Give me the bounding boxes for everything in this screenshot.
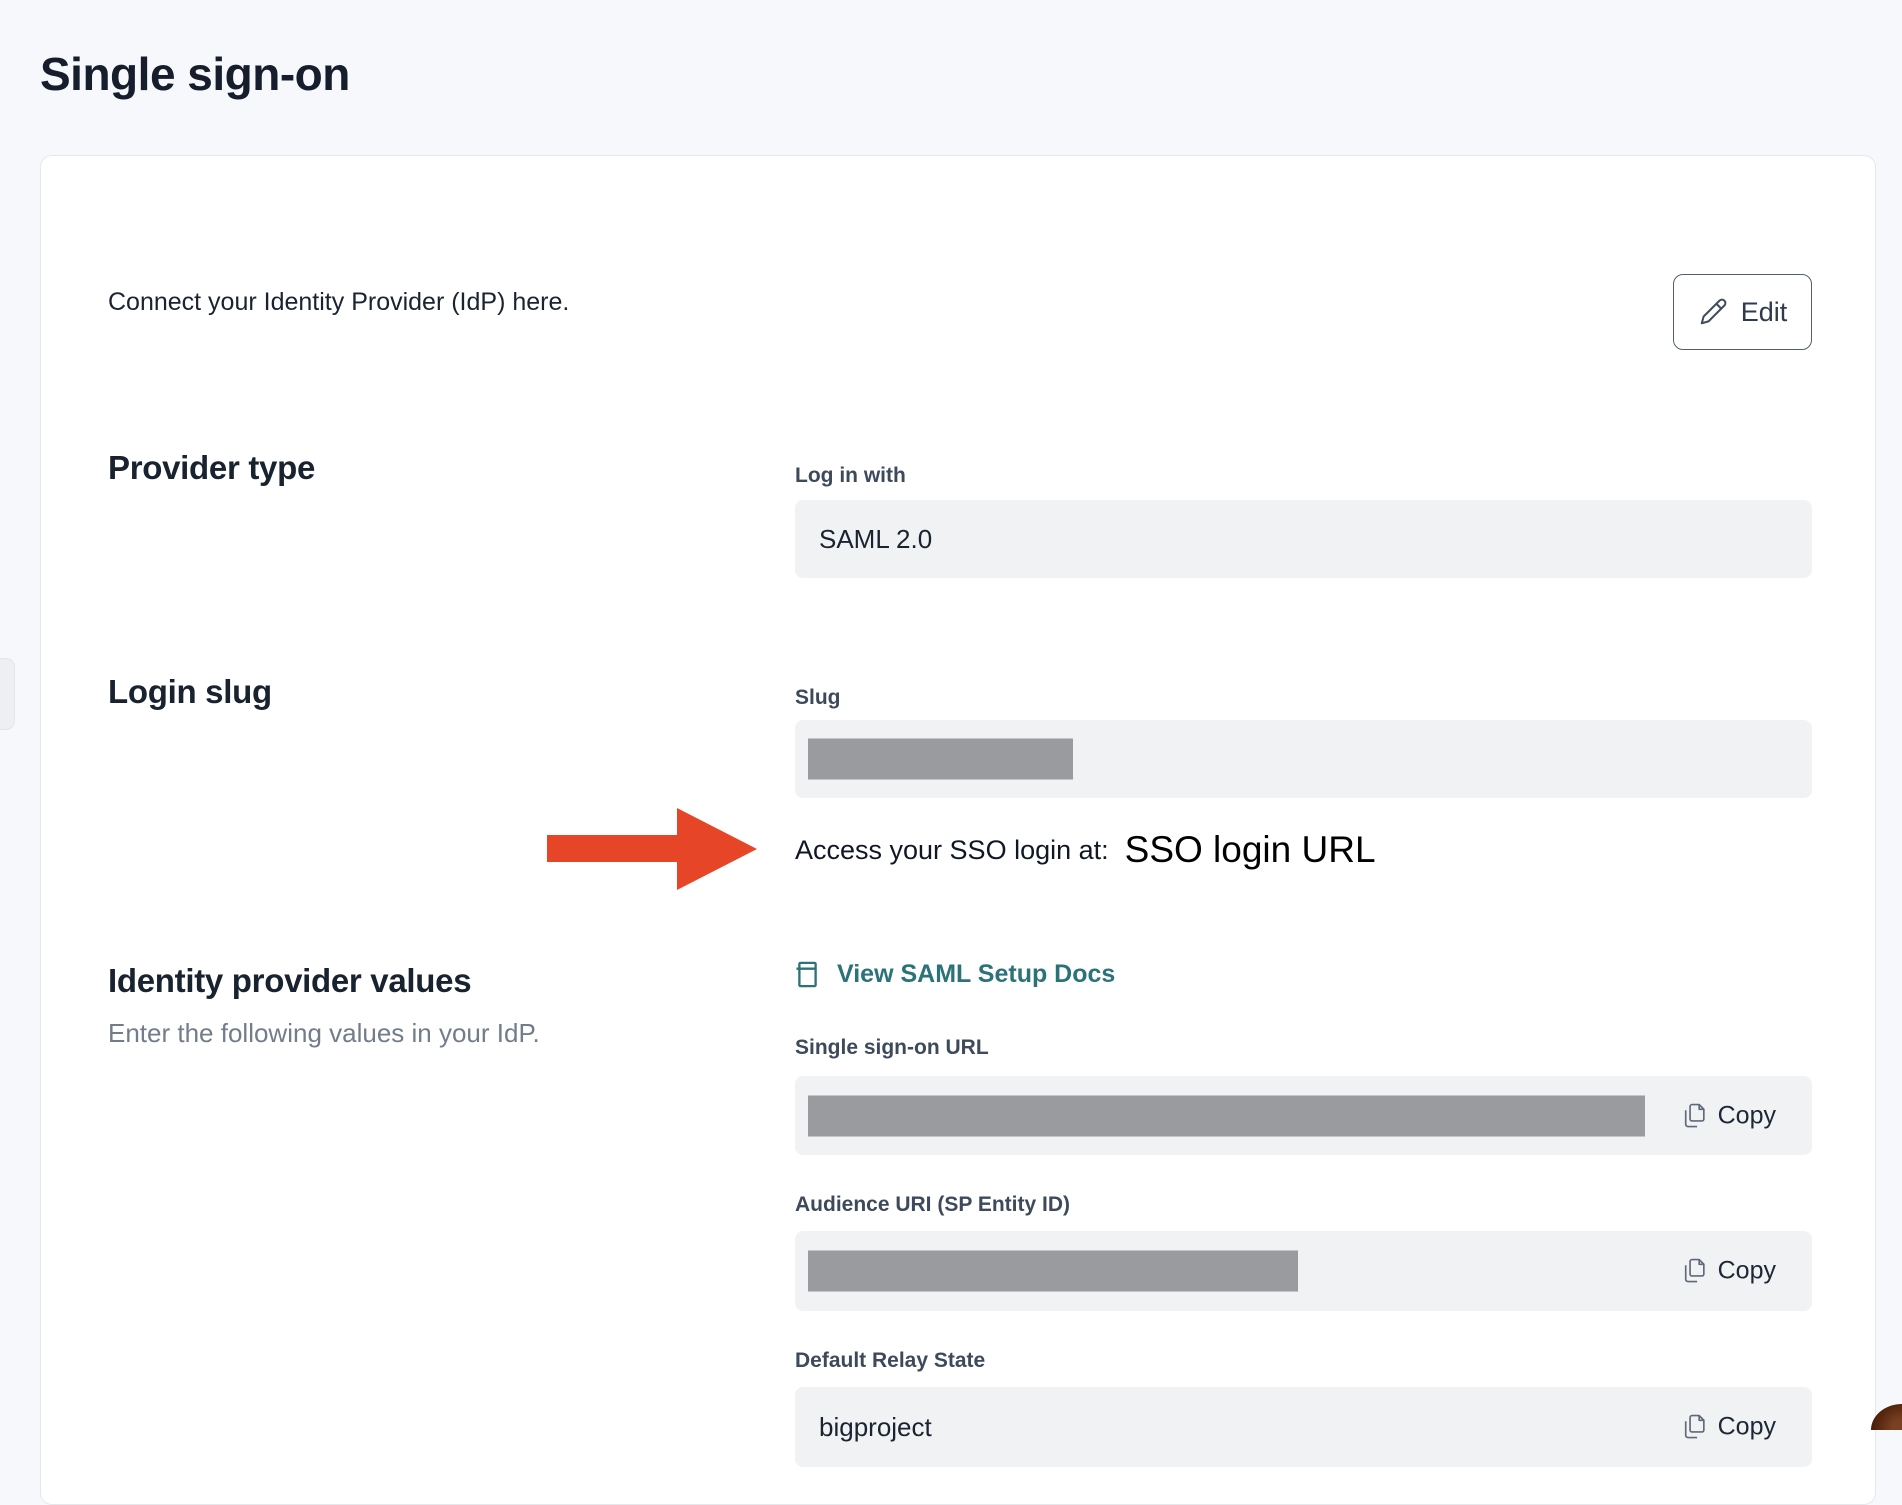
provider-type-heading: Provider type bbox=[108, 449, 315, 487]
copy-button-label: Copy bbox=[1718, 1257, 1776, 1286]
red-arrow-right-icon bbox=[547, 808, 757, 890]
copy-sso-url-button[interactable]: Copy bbox=[1681, 1101, 1776, 1130]
login-with-label: Log in with bbox=[795, 464, 906, 488]
slug-label: Slug bbox=[795, 686, 841, 710]
copy-relay-state-button[interactable]: Copy bbox=[1681, 1413, 1776, 1442]
idp-values-subheading: Enter the following values in your IdP. bbox=[108, 1018, 540, 1049]
pencil-icon bbox=[1698, 297, 1728, 327]
copy-icon bbox=[1681, 1257, 1707, 1286]
copy-button-label: Copy bbox=[1718, 1413, 1776, 1442]
idp-values-heading: Identity provider values bbox=[108, 962, 471, 1000]
single-sign-on-url-field[interactable]: Copy bbox=[795, 1076, 1812, 1155]
copy-button-label: Copy bbox=[1718, 1101, 1776, 1130]
login-slug-heading: Login slug bbox=[108, 673, 272, 711]
copy-icon bbox=[1681, 1101, 1707, 1130]
single-sign-on-url-label: Single sign-on URL bbox=[795, 1036, 989, 1060]
book-icon bbox=[795, 960, 820, 989]
left-edge-drawer-handle[interactable] bbox=[0, 658, 15, 730]
default-relay-state-label: Default Relay State bbox=[795, 1349, 985, 1373]
page-title: Single sign-on bbox=[40, 47, 350, 101]
access-prefix-text: Access your SSO login at: bbox=[795, 835, 1109, 866]
default-relay-state-field[interactable]: bigproject Copy bbox=[795, 1387, 1812, 1467]
sso-settings-card: Connect your Identity Provider (IdP) her… bbox=[40, 155, 1876, 1505]
slug-redacted-value bbox=[808, 739, 1073, 780]
view-saml-setup-docs-link[interactable]: View SAML Setup Docs bbox=[795, 960, 1115, 989]
docs-link-label: View SAML Setup Docs bbox=[837, 960, 1115, 989]
audience-uri-redacted-value bbox=[808, 1251, 1298, 1292]
audience-uri-field[interactable]: Copy bbox=[795, 1231, 1812, 1311]
default-relay-state-value: bigproject bbox=[819, 1412, 932, 1443]
copy-audience-uri-button[interactable]: Copy bbox=[1681, 1257, 1776, 1286]
login-with-value: SAML 2.0 bbox=[819, 524, 932, 555]
audience-uri-label: Audience URI (SP Entity ID) bbox=[795, 1193, 1070, 1217]
edit-button-label: Edit bbox=[1741, 297, 1788, 328]
intro-text: Connect your Identity Provider (IdP) her… bbox=[108, 288, 569, 317]
single-sign-on-url-redacted-value bbox=[808, 1095, 1645, 1136]
slug-field[interactable] bbox=[795, 720, 1812, 798]
edit-button[interactable]: Edit bbox=[1673, 274, 1812, 350]
sso-login-url-link[interactable]: SSO login URL bbox=[1125, 829, 1376, 871]
login-with-field[interactable]: SAML 2.0 bbox=[795, 500, 1812, 578]
copy-icon bbox=[1681, 1413, 1707, 1442]
sso-access-row: Access your SSO login at: SSO login URL bbox=[795, 824, 1376, 876]
